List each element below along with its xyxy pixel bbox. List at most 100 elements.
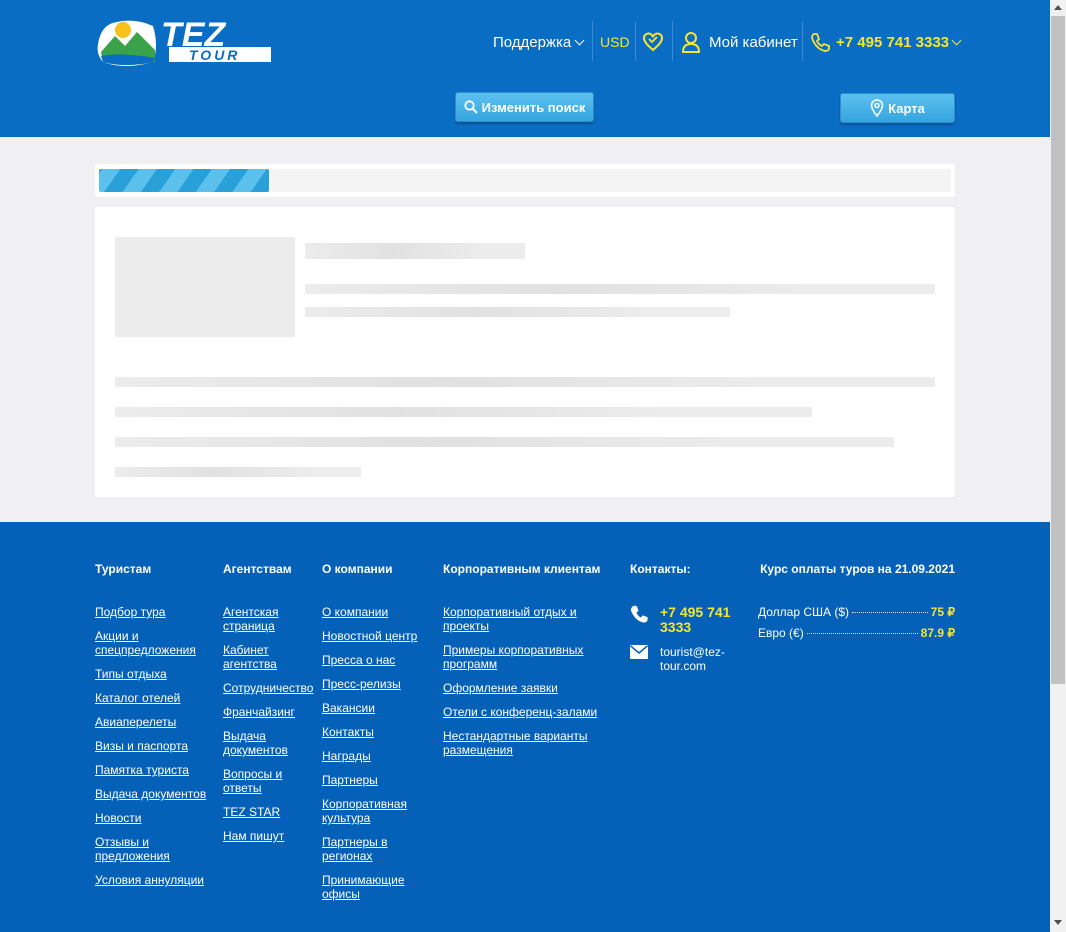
heart-icon <box>642 32 664 52</box>
map-label: Карта <box>888 100 925 116</box>
favorites-button[interactable] <box>642 22 664 62</box>
tez-tour-logo[interactable]: TEZ TOUR <box>95 14 273 68</box>
footer-heading: Корпоративным клиентам <box>443 562 601 576</box>
footer-link[interactable]: Вакансии <box>322 701 434 715</box>
footer-link-list: Подбор тура Акции и спецпредложения Типы о… <box>95 605 215 887</box>
nav-divider <box>635 21 636 61</box>
footer-link[interactable]: Пресса о нас <box>322 653 434 667</box>
footer-link[interactable]: Партнеры <box>322 773 434 787</box>
support-label: Поддержка <box>493 33 572 51</box>
rate-dots <box>852 612 928 613</box>
footer-link[interactable]: Акции и спецпредложения <box>95 629 215 657</box>
nav-divider <box>592 21 593 61</box>
footer-heading: О компании <box>322 562 393 576</box>
footer-link[interactable]: Корпоративный отдых и проекты <box>443 605 618 633</box>
footer-link[interactable]: Условия аннуляции <box>95 873 215 887</box>
footer-link[interactable]: Выдача документов <box>95 787 215 801</box>
footer-column-agents: Агентствам Агентская страница Кабинет аге… <box>223 562 318 853</box>
page-scrollbar[interactable] <box>1050 0 1066 932</box>
footer-link[interactable]: Оформление заявки <box>443 681 618 695</box>
footer-link[interactable]: Памятка туриста <box>95 763 215 777</box>
footer-link[interactable]: Кабинет агентства <box>223 643 318 671</box>
footer-link[interactable]: Награды <box>322 749 434 763</box>
footer-link[interactable]: Принимающие офисы <box>322 873 434 901</box>
footer-link[interactable]: Визы и паспорта <box>95 739 215 753</box>
scrollbar-thumb[interactable] <box>1051 16 1065 684</box>
footer-link[interactable]: Подбор тура <box>95 605 215 619</box>
footer-heading: Курс оплаты туров на 21.09.2021 <box>760 562 955 576</box>
contact-phone-row[interactable]: +7 495 741 3333 <box>630 605 740 635</box>
footer-link[interactable]: Новости <box>95 811 215 825</box>
skeleton-card <box>95 207 955 497</box>
footer-link[interactable]: О компании <box>322 605 434 619</box>
user-icon <box>681 32 701 53</box>
rate-label: Доллар США ($) <box>758 605 850 619</box>
currency-label: USD <box>600 34 630 50</box>
rate-value: 87.9 ₽ <box>920 626 955 640</box>
support-menu[interactable]: Поддержка <box>493 22 585 62</box>
footer-link-list: О компании Новостной центр Пресса о нас Пре… <box>322 605 434 901</box>
skeleton-line <box>115 407 812 417</box>
progress-track <box>99 169 951 192</box>
loading-progress-card <box>95 164 955 197</box>
my-cabinet-link[interactable]: Мой кабинет <box>681 22 798 62</box>
footer-phone-number: +7 495 741 3333 <box>660 604 731 635</box>
footer-link[interactable]: Примеры корпоративных программ <box>443 643 618 671</box>
footer-link[interactable]: Пресс-релизы <box>322 677 434 691</box>
change-search-label: Изменить поиск <box>481 99 586 115</box>
phone-icon <box>630 605 648 623</box>
footer-email: tourist@tez-tour.com <box>660 645 725 673</box>
footer-link[interactable]: Авиаперелеты <box>95 715 215 729</box>
footer-column-corporate: Корпоративным клиентам Корпоративный отд… <box>443 562 618 767</box>
footer-link[interactable]: Контакты <box>322 725 434 739</box>
footer-link[interactable]: Сотрудничество <box>223 681 318 695</box>
footer-link[interactable]: Корпоративная культура <box>322 797 434 825</box>
progress-fill <box>99 169 270 192</box>
footer-link[interactable]: Нестандартные варианты размещения <box>443 729 618 757</box>
footer-link[interactable]: Партнеры в регионах <box>322 835 434 863</box>
site-footer: Туристам Подбор тура Акции и спецпредложе… <box>0 522 1050 932</box>
skeleton-line <box>115 467 361 477</box>
footer-link[interactable]: Отзывы и предложения <box>95 835 215 863</box>
footer-link[interactable]: Новостной центр <box>322 629 434 643</box>
currency-switch[interactable]: USD <box>600 22 630 62</box>
footer-link-list: Агентская страница Кабинет агентства Сотру… <box>223 605 318 843</box>
envelope-icon <box>630 645 648 659</box>
scroll-down-arrow-icon[interactable] <box>1054 920 1062 925</box>
header-phone-number: +7 495 741 3333 <box>836 33 950 51</box>
skeleton-image <box>115 237 295 337</box>
footer-heading: Туристам <box>95 562 152 576</box>
rate-row-eur: Евро (€) 87.9 ₽ <box>758 626 955 640</box>
footer-link-list: Корпоративный отдых и проекты Примеры кор… <box>443 605 618 757</box>
footer-link[interactable]: Отели с конференц-залами <box>443 705 618 719</box>
change-search-button[interactable]: Изменить поиск <box>455 92 594 122</box>
skeleton-line <box>115 437 894 447</box>
footer-link[interactable]: Типы отдыха <box>95 667 215 681</box>
cabinet-label: Мой кабинет <box>709 33 798 51</box>
rate-value: 75 ₽ <box>930 605 955 619</box>
skeleton-line <box>305 284 935 294</box>
footer-link[interactable]: Нам пишут <box>223 829 318 843</box>
contact-email-row[interactable]: tourist@tez-tour.com <box>630 645 740 673</box>
footer-link[interactable]: TEZ STAR <box>223 805 318 819</box>
map-button[interactable]: Карта <box>840 93 955 123</box>
nav-divider <box>802 21 803 61</box>
header-phone-menu[interactable]: +7 495 741 3333 <box>810 22 962 62</box>
footer-link[interactable]: Франчайзинг <box>223 705 318 719</box>
logo-text-bottom: TOUR <box>189 47 240 63</box>
footer-link[interactable]: Выдача документов <box>223 729 318 757</box>
rate-dots <box>806 633 918 634</box>
phone-icon <box>811 33 830 52</box>
skeleton-line <box>305 307 730 317</box>
map-pin-icon <box>870 99 884 117</box>
footer-column-company: О компании О компании Новостной центр Прес… <box>322 562 434 911</box>
chevron-down-icon <box>574 35 585 45</box>
scroll-up-arrow-icon[interactable] <box>1054 5 1062 10</box>
footer-link[interactable]: Каталог отелей <box>95 691 215 705</box>
chevron-down-icon <box>951 35 962 45</box>
skeleton-line <box>115 377 935 387</box>
footer-column-contacts: Контакты: +7 495 741 3333 tourist@tez-to… <box>630 562 740 683</box>
footer-link[interactable]: Агентская страница <box>223 605 318 633</box>
rate-row-usd: Доллар США ($) 75 ₽ <box>758 605 955 619</box>
footer-link[interactable]: Вопросы и ответы <box>223 767 318 795</box>
